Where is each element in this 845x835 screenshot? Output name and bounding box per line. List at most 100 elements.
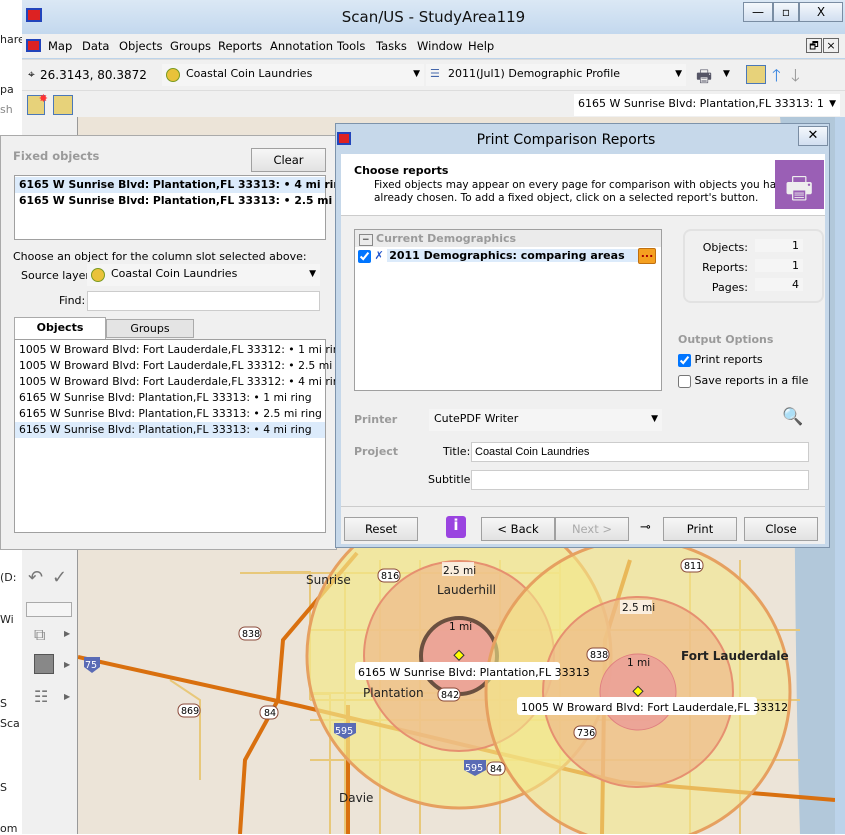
- arrow-up-icon[interactable]: 🡑: [772, 63, 781, 92]
- layer-select[interactable]: Coastal Coin Laundries ▼: [162, 64, 424, 86]
- list-icon[interactable]: ☷: [34, 687, 48, 706]
- shield: 84: [490, 764, 502, 775]
- arrow-down-icon[interactable]: 🡓: [791, 63, 800, 92]
- chevron-down-icon: ▼: [413, 69, 420, 79]
- save-file-option[interactable]: Save reports in a file: [678, 374, 808, 388]
- menu-annotation[interactable]: Annotation: [270, 39, 333, 53]
- save-file-label: Save reports in a file: [694, 374, 809, 387]
- menu-tools[interactable]: Tools: [337, 39, 365, 53]
- project-label: Project: [354, 445, 399, 458]
- layer-value: Coastal Coin Laundries: [186, 67, 313, 80]
- object-item[interactable]: 1005 W Broward Blvd: Fort Lauderdale,FL …: [15, 358, 357, 374]
- undo-icon[interactable]: ↶: [28, 567, 43, 588]
- dialog-title: Print Comparison Reports: [476, 132, 656, 148]
- save-file-checkbox[interactable]: [678, 374, 691, 388]
- tab-objects[interactable]: Objects: [14, 317, 106, 339]
- save-map-icon[interactable]: [53, 95, 73, 115]
- menu-tasks[interactable]: Tasks: [376, 39, 407, 53]
- restore-doc-button[interactable]: 🗗: [806, 38, 822, 53]
- close-window-button[interactable]: X: [799, 2, 843, 22]
- crosshair-icon: ⌖: [28, 67, 35, 81]
- fixed-objects-heading: Fixed objects: [13, 149, 100, 163]
- reset-button[interactable]: Reset: [344, 517, 418, 541]
- print-dropdown-icon[interactable]: ▼: [723, 69, 730, 79]
- close-button[interactable]: Close: [744, 517, 818, 541]
- subtitle-input[interactable]: [471, 470, 809, 490]
- info-icon[interactable]: i: [446, 516, 466, 538]
- printer-icon[interactable]: 🖶: [696, 64, 712, 93]
- fixed-object-item[interactable]: 6165 W Sunrise Blvd: Plantation,FL 33313…: [15, 193, 360, 209]
- object-item[interactable]: 1005 W Broward Blvd: Fort Lauderdale,FL …: [15, 374, 347, 390]
- clear-button[interactable]: Clear: [251, 148, 326, 172]
- coordinates: 26.3143, 80.3872: [40, 68, 147, 82]
- print-button[interactable]: Print: [663, 517, 737, 541]
- fixed-object-item[interactable]: 6165 W Sunrise Blvd: Plantation,FL 33313…: [15, 177, 349, 193]
- interstate-shield: 595: [465, 763, 483, 774]
- report-checkbox[interactable]: [358, 249, 371, 263]
- object-item[interactable]: 6165 W Sunrise Blvd: Plantation,FL 33313…: [15, 422, 325, 438]
- printer-select[interactable]: CutePDF Writer ▼: [429, 409, 662, 431]
- menu-objects[interactable]: Objects: [119, 39, 162, 53]
- check-icon[interactable]: ✓: [52, 567, 67, 588]
- place-label: Davie: [339, 791, 373, 805]
- preview-zoom-icon[interactable]: 🔍: [782, 407, 803, 427]
- close-doc-button[interactable]: ×: [823, 38, 839, 53]
- menu-data[interactable]: Data: [82, 39, 109, 53]
- maximize-button[interactable]: ▫: [773, 2, 799, 22]
- find-input[interactable]: [87, 291, 320, 311]
- source-layer-label: Source layer:: [21, 269, 94, 282]
- menu-groups[interactable]: Groups: [170, 39, 211, 53]
- pin-icon[interactable]: ⊸: [640, 520, 651, 535]
- title-label: Title:: [443, 445, 471, 458]
- doc-icon: [26, 39, 41, 52]
- object-item[interactable]: 6165 W Sunrise Blvd: Plantation,FL 33313…: [15, 390, 325, 406]
- chevron-right-icon[interactable]: ▶: [64, 629, 70, 638]
- collapse-icon[interactable]: −: [359, 234, 373, 246]
- chevron-right-icon[interactable]: ▶: [64, 660, 70, 669]
- chevron-right-icon[interactable]: ▶: [64, 692, 70, 701]
- back-button[interactable]: < Back: [481, 517, 555, 541]
- pages-count: 4: [755, 278, 803, 291]
- layer-icon: [91, 268, 105, 282]
- object-item[interactable]: 6165 W Sunrise Blvd: Plantation,FL 33313…: [15, 406, 325, 422]
- new-map-icon[interactable]: ✸: [27, 92, 48, 115]
- tree-group[interactable]: − Current Demographics: [355, 230, 661, 247]
- tool-field[interactable]: [26, 602, 72, 617]
- site-callout[interactable]: 6165 W Sunrise Blvd: Plantation,FL 33313: [358, 666, 590, 679]
- menu-map[interactable]: Map: [48, 39, 72, 53]
- map-export-icon[interactable]: [746, 65, 766, 84]
- source-layer-select[interactable]: Coastal Coin Laundries ▼: [87, 264, 320, 286]
- pages-count-label: Pages:: [711, 281, 748, 294]
- menu-window[interactable]: Window: [417, 39, 462, 53]
- object-select[interactable]: 6165 W Sunrise Blvd: Plantation,FL 33313…: [574, 94, 840, 130]
- report-select[interactable]: ☰ 2011(Jul1) Demographic Profile ▼: [426, 64, 686, 86]
- menu-help[interactable]: Help: [468, 39, 494, 53]
- interstate-shield: 75: [85, 660, 97, 671]
- report-tree-icon: ☰: [430, 67, 440, 80]
- report-item[interactable]: ✗ 2011 Demographics: comparing areas ...: [355, 247, 661, 265]
- ring-label: 2.5 mi: [443, 565, 476, 577]
- ring-label: 2.5 mi: [622, 602, 655, 614]
- bubbles-icon[interactable]: [34, 654, 54, 674]
- reports-count-label: Reports:: [702, 261, 748, 274]
- print-reports-option[interactable]: Print reports: [678, 353, 763, 367]
- menu-reports[interactable]: Reports: [218, 39, 262, 53]
- chevron-down-icon: ▼: [675, 69, 682, 79]
- minimize-button[interactable]: —: [743, 2, 773, 22]
- dialog-close-button[interactable]: ✕: [798, 126, 828, 146]
- chevron-down-icon: ▼: [651, 414, 658, 424]
- site-callout[interactable]: 1005 W Broward Blvd: Fort Lauderdale,FL …: [521, 701, 788, 714]
- title-input[interactable]: [471, 442, 809, 462]
- fixed-object-button[interactable]: ...: [638, 248, 656, 264]
- bg-text: S: [0, 697, 7, 710]
- group-objects-icon[interactable]: ⧉: [34, 625, 45, 645]
- menu-bar: Map Data Objects Groups Reports Annotati…: [22, 34, 845, 58]
- object-item[interactable]: 1005 W Broward Blvd: Fort Lauderdale,FL …: [15, 342, 347, 358]
- print-reports-checkbox[interactable]: [678, 353, 691, 367]
- shield: 869: [181, 706, 199, 717]
- choose-label: Choose an object for the column slot sel…: [13, 250, 307, 263]
- chevron-down-icon: ▼: [309, 269, 316, 279]
- tab-groups[interactable]: Groups: [106, 319, 194, 338]
- title-bar: Scan/US - StudyArea119 — ▫ X: [22, 0, 845, 34]
- layer-icon: [166, 68, 180, 82]
